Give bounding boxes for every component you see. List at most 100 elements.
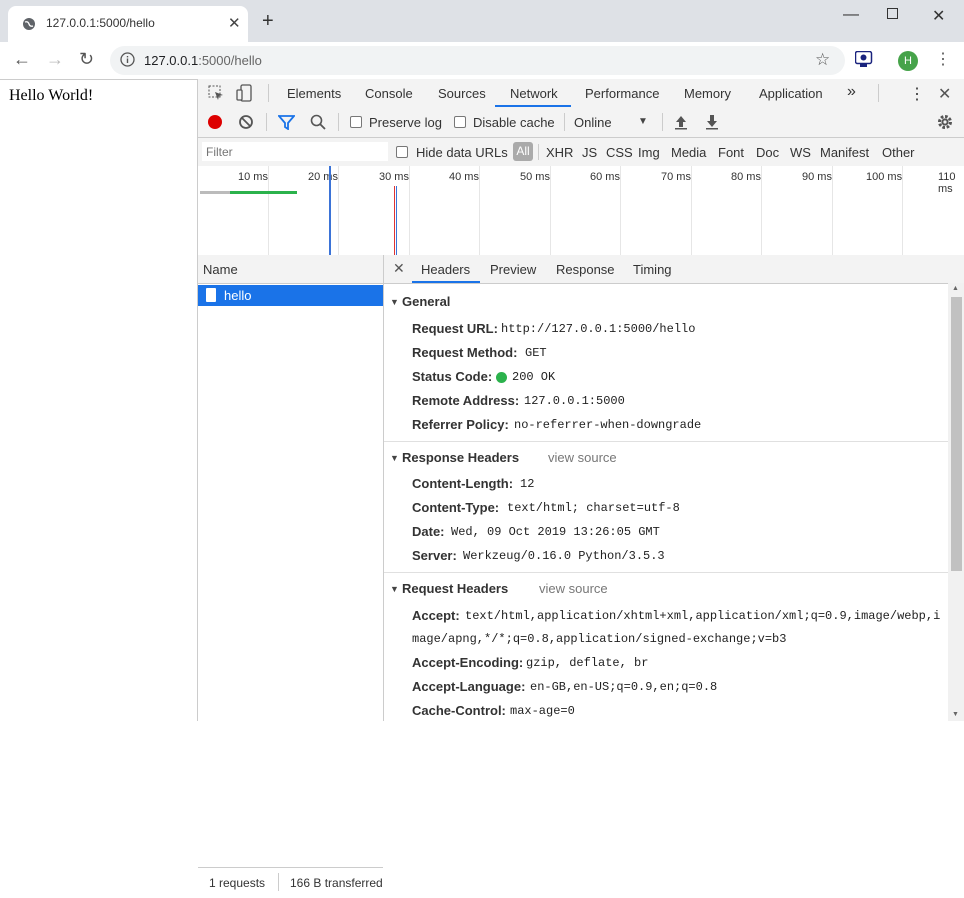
date-value: Wed, 09 Oct 2019 13:26:05 GMT [451,525,660,539]
server-key: Server: [412,548,457,563]
section-general[interactable]: General [402,294,450,309]
divider [662,113,663,131]
request-count: 1 requests [209,876,266,890]
filter-img[interactable]: Img [638,145,660,160]
collapse-triangle-icon[interactable]: ▼ [390,584,399,594]
filter-input[interactable] [202,142,388,161]
close-window-icon[interactable]: ✕ [932,6,945,26]
close-details-icon[interactable]: ✕ [393,260,405,277]
filter-icon[interactable] [277,115,296,133]
tab-timing[interactable]: Timing [633,262,672,277]
url-text: 127.0.0.1:5000/hello [144,53,262,68]
settings-gear-icon[interactable] [936,113,954,134]
navigation-bar: ← → ↻ 127.0.0.1:5000/hello ☆ H ⋮ [0,42,964,80]
filter-media[interactable]: Media [671,145,706,160]
tab-sources[interactable]: Sources [438,86,486,101]
request-details: ✕ Headers Preview Response Timing ▼ Gene… [384,255,964,721]
details-scrollbar[interactable]: ▲ ▼ [948,283,964,721]
throttle-select[interactable]: Online [574,115,612,130]
record-icon[interactable] [208,115,222,129]
reload-icon[interactable]: ↻ [79,49,94,70]
divider [338,113,339,131]
request-name: hello [224,288,252,303]
tab-response[interactable]: Response [556,262,615,277]
cache-control-key: Cache-Control: [412,703,506,718]
request-view-source-link[interactable]: view source [539,581,608,596]
extension-icon[interactable] [854,50,873,71]
name-column-header[interactable]: Name [198,255,383,284]
tick-label: 50 ms [520,171,550,183]
minimize-icon[interactable]: — [843,6,859,24]
throttle-dropdown-icon[interactable]: ▼ [638,116,648,127]
scroll-up-arrow-icon[interactable]: ▲ [952,285,959,292]
filter-other[interactable]: Other [882,145,915,160]
filter-font[interactable]: Font [718,145,744,160]
device-toolbar-icon[interactable] [236,84,252,105]
maximize-icon[interactable] [887,7,899,25]
section-divider [384,441,948,442]
tab-elements[interactable]: Elements [287,86,341,101]
address-bar[interactable]: 127.0.0.1:5000/hello ☆ [110,46,845,75]
clear-icon[interactable] [238,114,254,133]
tab-performance[interactable]: Performance [585,86,659,101]
server-value: Werkzeug/0.16.0 Python/3.5.3 [463,549,665,563]
collapse-triangle-icon[interactable]: ▼ [390,297,399,307]
preserve-log-checkbox[interactable] [350,116,362,128]
filter-js[interactable]: JS [582,145,597,160]
status-ok-icon [496,372,507,383]
close-tab-icon[interactable]: ✕ [228,14,241,32]
section-response-headers[interactable]: Response Headers [402,450,519,465]
tab-headers[interactable]: Headers [421,262,470,277]
network-toolbar: Preserve log Disable cache Online ▼ [198,108,964,138]
network-overview-timeline[interactable]: 10 ms 20 ms 30 ms 40 ms 50 ms 60 ms 70 m… [198,166,964,256]
filter-manifest[interactable]: Manifest [820,145,869,160]
export-har-icon[interactable] [705,114,719,133]
import-har-icon[interactable] [674,114,688,133]
tick-label: 80 ms [731,171,761,183]
filter-xhr[interactable]: XHR [546,145,573,160]
hide-data-urls-checkbox[interactable] [396,146,408,158]
scroll-down-arrow-icon[interactable]: ▼ [952,711,959,718]
hide-data-urls-label: Hide data URLs [416,145,508,160]
forward-icon[interactable]: → [46,49,64,70]
new-tab-icon[interactable]: + [262,10,274,33]
profile-avatar[interactable]: H [898,51,918,71]
tab-network[interactable]: Network [510,86,558,101]
divider [878,84,879,102]
tab-preview[interactable]: Preview [490,262,536,277]
collapse-triangle-icon[interactable]: ▼ [390,453,399,463]
request-row[interactable]: hello [198,285,383,306]
browser-menu-icon[interactable]: ⋮ [935,49,951,69]
tab-console[interactable]: Console [365,86,413,101]
scrollbar-thumb[interactable] [951,297,962,571]
filter-css[interactable]: CSS [606,145,633,160]
tab-memory[interactable]: Memory [684,86,731,101]
tick-label: 110 ms [938,171,956,195]
grid-line [409,166,410,255]
filter-doc[interactable]: Doc [756,145,779,160]
request-url-key: Request URL: [412,321,498,336]
grid-line [550,166,551,255]
close-devtools-icon[interactable]: ✕ [938,84,951,104]
search-icon[interactable] [310,114,326,133]
inspect-element-icon[interactable] [208,85,224,104]
request-url-value: http://127.0.0.1:5000/hello [501,322,696,336]
bookmark-star-icon[interactable]: ☆ [815,50,830,70]
response-view-source-link[interactable]: view source [548,450,617,465]
more-tabs-icon[interactable]: » [847,83,856,101]
browser-tab[interactable]: 127.0.0.1:5000/hello ✕ [8,6,248,42]
divider [538,144,539,160]
request-method-value: GET [525,346,547,360]
url-path: :5000/hello [198,53,262,68]
filter-ws[interactable]: WS [790,145,811,160]
accept-encoding-key: Accept-Encoding: [412,655,524,670]
info-icon[interactable] [120,52,135,70]
back-icon[interactable]: ← [13,49,31,70]
grid-line [479,166,480,255]
devtools-menu-icon[interactable]: ⋮ [909,84,925,104]
disable-cache-checkbox[interactable] [454,116,466,128]
filter-all-chip[interactable]: All [513,142,533,161]
grid-line [832,166,833,255]
tab-application[interactable]: Application [759,86,823,101]
section-request-headers[interactable]: Request Headers [402,581,508,596]
